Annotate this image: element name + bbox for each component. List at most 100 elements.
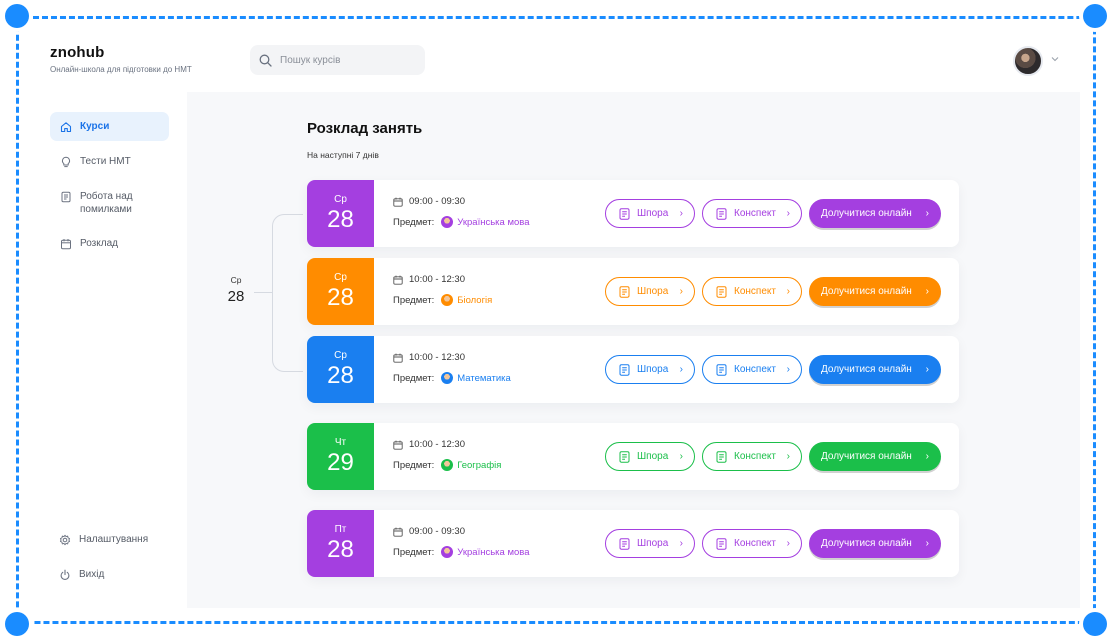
subject-icon (441, 459, 454, 471)
sidebar-item-tests[interactable]: Тести НМТ (50, 147, 169, 176)
lesson-time: 10:00 - 12:30 (409, 352, 465, 363)
sidebar-item-logout[interactable]: Вихід (49, 560, 168, 589)
lesson-time-row: 10:00 - 12:30 (393, 439, 501, 450)
group-bracket (272, 214, 303, 372)
notes-button[interactable]: Конспект › (702, 199, 802, 228)
cheatsheet-label: Шпора (637, 451, 669, 462)
lesson-subject-row: Предмет: Українська мова (393, 546, 529, 558)
lesson-date: Ср 28 (307, 336, 374, 403)
lesson-time: 09:00 - 09:30 (409, 196, 465, 207)
calendar-icon (393, 527, 403, 537)
calendar-icon (393, 197, 403, 207)
chevron-down-icon[interactable] (1051, 56, 1059, 62)
subject-name[interactable]: Українська мова (457, 547, 529, 558)
sidebar-item-label: Робота над помилками (80, 191, 133, 215)
subject-name[interactable]: Математика (457, 373, 511, 384)
chevron-right-icon: › (786, 451, 790, 462)
sidebar-item-mistakes[interactable]: Робота над помилками (50, 182, 169, 224)
subject-name[interactable]: Біологія (457, 295, 492, 306)
notes-label: Конспект (734, 208, 776, 219)
lesson-time: 09:00 - 09:30 (409, 526, 465, 537)
page-subtitle: На наступні 7 днів (307, 150, 379, 160)
notes-button[interactable]: Конспект › (702, 355, 802, 384)
lesson-info: 10:00 - 12:30 Предмет: Біологія (393, 274, 492, 306)
corner-dot (5, 4, 29, 28)
calendar-icon (393, 440, 403, 450)
lesson-card: Пт 28 09:00 - 09:30 Предмет: Українська … (307, 510, 959, 577)
search-box[interactable] (250, 45, 425, 75)
home-icon (60, 122, 72, 133)
chevron-right-icon: › (786, 208, 790, 219)
schedule-content: Розклад занять На наступні 7 днів Ср 28 … (187, 92, 1080, 608)
notes-label: Конспект (734, 451, 776, 462)
subject-label: Предмет: (393, 372, 435, 384)
notes-icon (716, 450, 727, 463)
subject-icon (441, 294, 454, 306)
lesson-date: Ср 28 (307, 258, 374, 325)
lesson-time-row: 09:00 - 09:30 (393, 196, 529, 207)
notes-icon (716, 363, 727, 376)
app-tagline: Онлайн-школа для підготовки до НМТ (50, 65, 192, 74)
cheatsheet-button[interactable]: Шпора › (605, 529, 695, 558)
document-icon (619, 363, 630, 376)
join-online-button[interactable]: Долучитися онлайн › (809, 199, 941, 228)
sidebar: Курси Тести НМТ Робота над помилками Роз… (32, 92, 187, 608)
avatar[interactable] (1013, 46, 1043, 76)
top-bar: znohub Онлайн-школа для підготовки до НМ… (32, 32, 1080, 92)
cheatsheet-label: Шпора (637, 208, 669, 219)
app-logo[interactable]: znohub (50, 44, 105, 61)
document-icon (619, 537, 630, 550)
notes-button[interactable]: Конспект › (702, 277, 802, 306)
sidebar-item-settings[interactable]: Налаштування (49, 525, 168, 554)
join-online-button[interactable]: Долучитися онлайн › (809, 442, 941, 471)
subject-icon (441, 546, 454, 558)
search-input[interactable] (278, 53, 412, 67)
chevron-right-icon: › (786, 538, 790, 549)
app-window: znohub Онлайн-школа для підготовки до НМ… (32, 32, 1080, 608)
chevron-right-icon: › (925, 364, 929, 375)
lightbulb-icon (61, 156, 71, 168)
sidebar-item-label: Налаштування (79, 534, 149, 545)
join-online-label: Долучитися онлайн (821, 364, 912, 375)
sidebar-item-courses[interactable]: Курси (50, 112, 169, 141)
notes-icon (716, 285, 727, 298)
cheatsheet-label: Шпора (637, 364, 669, 375)
chevron-right-icon: › (925, 538, 929, 549)
cheatsheet-label: Шпора (637, 286, 669, 297)
notes-button[interactable]: Конспект › (702, 529, 802, 558)
cheatsheet-label: Шпора (637, 538, 669, 549)
subject-label: Предмет: (393, 216, 435, 228)
subject-name[interactable]: Українська мова (457, 217, 529, 228)
join-online-button[interactable]: Долучитися онлайн › (809, 529, 941, 558)
sidebar-item-label: Курси (80, 121, 110, 132)
lesson-day: Пт (334, 523, 347, 535)
corner-dot (1083, 612, 1107, 636)
lesson-info: 10:00 - 12:30 Предмет: Географія (393, 439, 501, 471)
lesson-day-number: 28 (327, 283, 354, 311)
join-online-button[interactable]: Долучитися онлайн › (809, 355, 941, 384)
lesson-time: 10:00 - 12:30 (409, 439, 465, 450)
chevron-right-icon: › (679, 451, 683, 462)
subject-name[interactable]: Географія (457, 460, 501, 471)
lesson-card: Чт 29 10:00 - 12:30 Предмет: Географія Ш… (307, 423, 959, 490)
corner-dot (5, 612, 29, 636)
calendar-icon (393, 275, 403, 285)
cheatsheet-button[interactable]: Шпора › (605, 442, 695, 471)
lesson-subject-row: Предмет: Біологія (393, 294, 492, 306)
lesson-card: Ср 28 10:00 - 12:30 Предмет: Біологія Шп… (307, 258, 959, 325)
cheatsheet-button[interactable]: Шпора › (605, 277, 695, 306)
lesson-day: Ср (334, 349, 347, 361)
sidebar-item-label: Вихід (79, 569, 105, 580)
notes-button[interactable]: Конспект › (702, 442, 802, 471)
lesson-day: Ср (334, 271, 347, 283)
chevron-right-icon: › (925, 286, 929, 297)
join-online-button[interactable]: Долучитися онлайн › (809, 277, 941, 306)
corner-dot (1083, 4, 1107, 28)
sidebar-item-schedule[interactable]: Розклад (50, 229, 169, 258)
document-icon (619, 450, 630, 463)
sidebar-item-label: Розклад (80, 238, 118, 249)
notes-icon (716, 207, 727, 220)
cheatsheet-button[interactable]: Шпора › (605, 199, 695, 228)
cheatsheet-button[interactable]: Шпора › (605, 355, 695, 384)
lesson-day-number: 28 (327, 205, 354, 233)
